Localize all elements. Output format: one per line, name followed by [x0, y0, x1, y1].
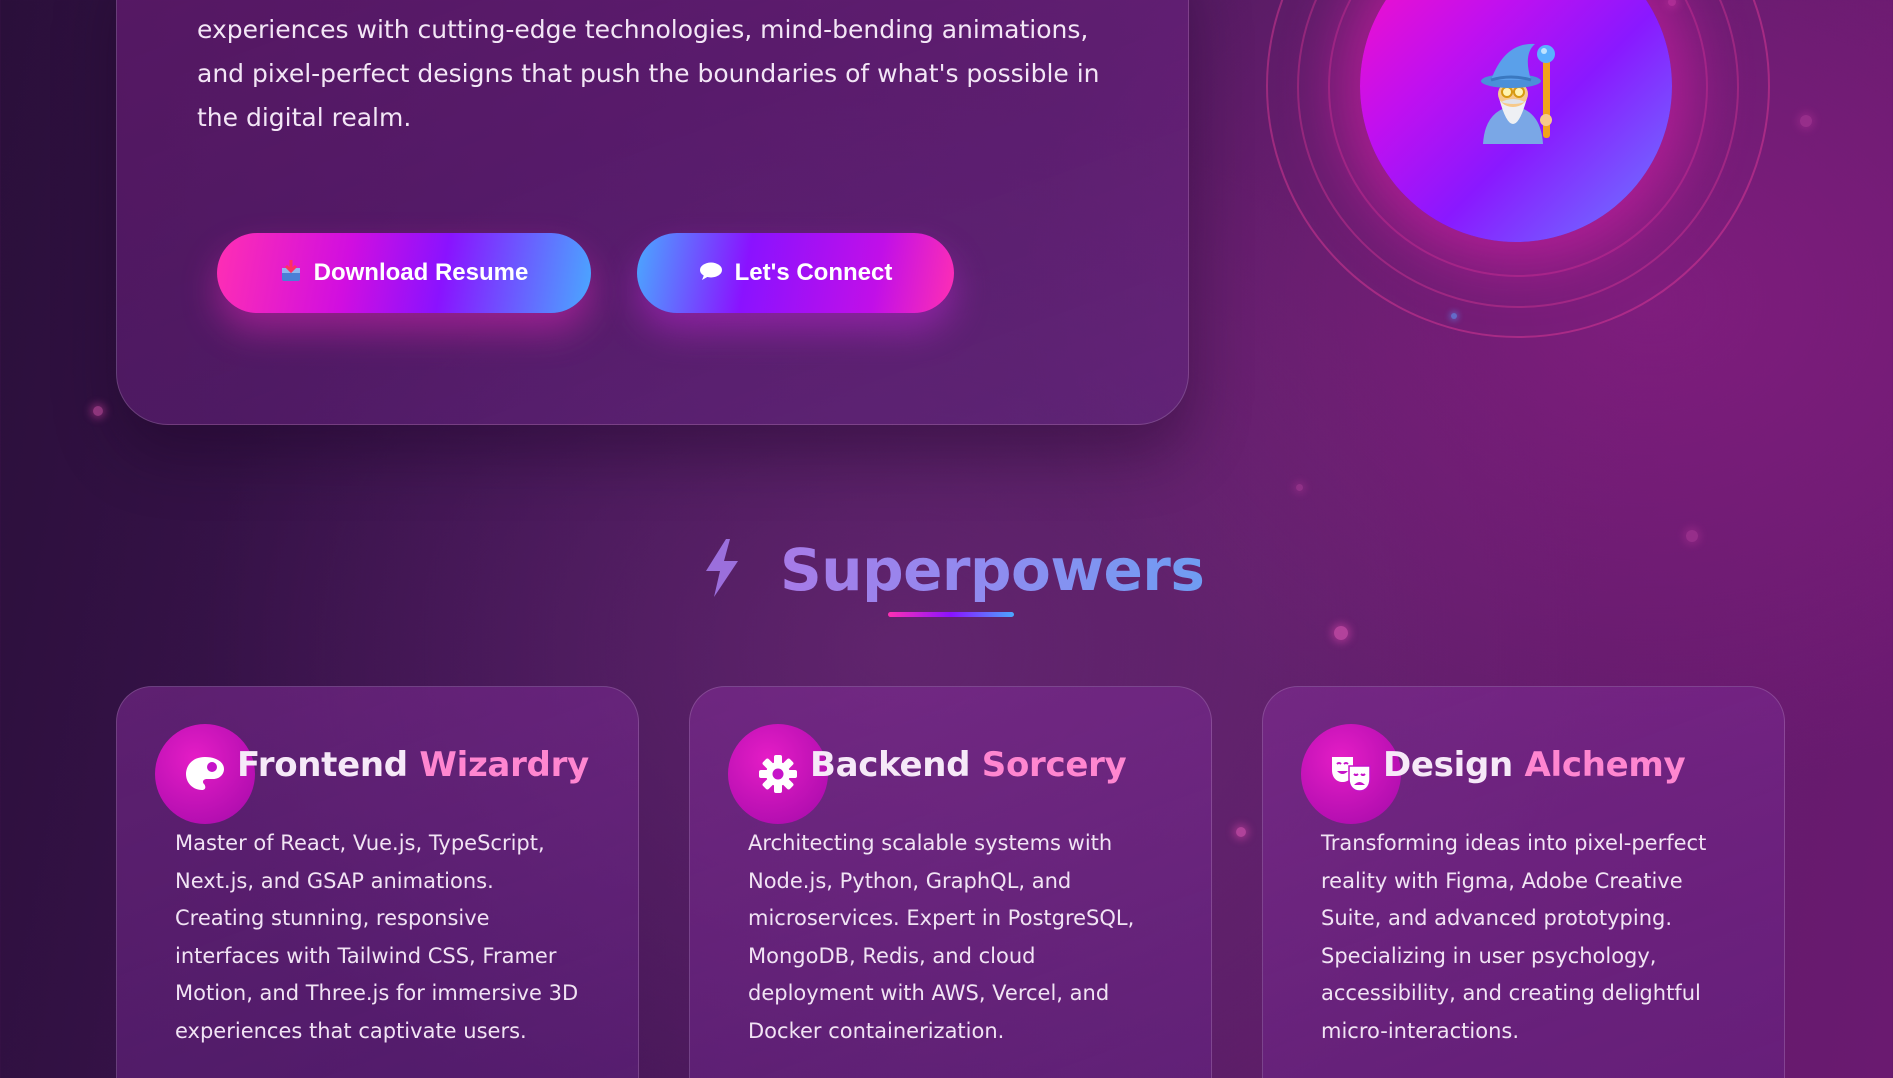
lightning-bolt-icon	[700, 537, 744, 603]
skill-card-backend: Backend Sorcery Architecting scalable sy…	[689, 686, 1212, 1078]
download-resume-label: Download Resume	[313, 259, 529, 286]
wizard-icon	[1465, 40, 1565, 145]
superpowers-heading: Superpowers	[700, 520, 1205, 620]
particle	[1334, 626, 1348, 640]
section-title-underline	[888, 612, 1014, 617]
card-title-first: Backend	[810, 745, 971, 785]
hero-description: experiences with cutting-edge technologi…	[197, 15, 1100, 132]
particle	[1296, 484, 1303, 491]
particle	[93, 406, 103, 416]
skill-card-design: Design Alchemy Transforming ideas into p…	[1262, 686, 1785, 1078]
section-title: Superpowers	[780, 536, 1205, 604]
particle	[1686, 530, 1698, 542]
card-description: Master of React, Vue.js, TypeScript, Nex…	[175, 831, 579, 1043]
speech-bubble-icon	[699, 261, 723, 285]
card-title: Frontend Wizardry	[237, 745, 589, 785]
download-resume-button[interactable]: Download Resume	[217, 233, 591, 313]
card-description: Transforming ideas into pixel-perfect re…	[1321, 831, 1707, 1043]
card-title-second: Sorcery	[981, 745, 1127, 785]
card-title-first: Frontend	[237, 745, 408, 785]
lets-connect-label: Let's Connect	[734, 259, 893, 286]
card-title: Design Alchemy	[1383, 745, 1686, 785]
skill-card-frontend: Frontend Wizardry Master of React, Vue.j…	[116, 686, 639, 1078]
card-title-second: Wizardry	[419, 745, 589, 785]
card-description: Architecting scalable systems with Node.…	[748, 831, 1135, 1043]
particle	[1800, 115, 1812, 127]
card-title: Backend Sorcery	[810, 745, 1127, 785]
card-title-first: Design	[1383, 745, 1513, 785]
lets-connect-button[interactable]: Let's Connect	[637, 233, 954, 313]
card-title-second: Alchemy	[1524, 745, 1686, 785]
particle	[1236, 827, 1246, 837]
inbox-tray-icon	[280, 259, 302, 287]
